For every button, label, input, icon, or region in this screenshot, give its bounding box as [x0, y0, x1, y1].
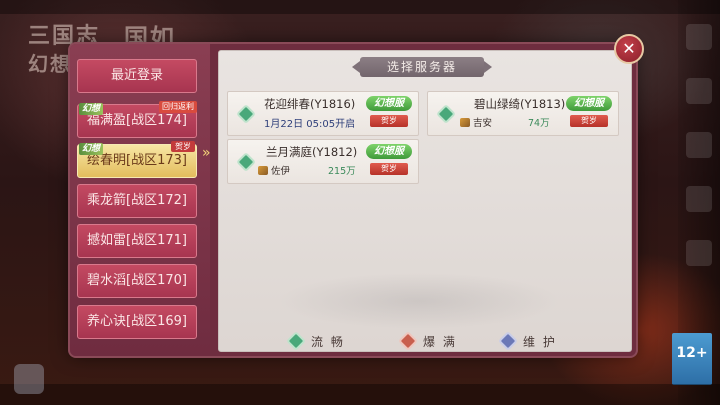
bottom-left-icon[interactable]	[14, 364, 44, 394]
player-name: 吉安	[473, 118, 493, 129]
legend-full: 爆 满	[400, 333, 457, 349]
sidebar-item-zone172[interactable]: 乘龙箭[战区172]	[77, 184, 197, 218]
age-rating-badge: 12+	[672, 333, 712, 385]
fantasy-tag: 幻想	[79, 103, 104, 115]
close-icon: ✕	[622, 39, 636, 58]
return-rebate-tag: 回归返利	[159, 101, 197, 113]
legend-maintenance: 维 护	[500, 333, 557, 349]
server-name: 花迎绯春(Y1816)	[264, 97, 356, 111]
sidebar-item-label: 福满盈[战区174]	[87, 113, 187, 128]
player-avatar-icon	[258, 166, 268, 175]
new-year-badge: 贺岁	[570, 115, 608, 127]
server-open-time: 1月22日 05:05开启	[264, 119, 356, 130]
selected-arrow-icon: »	[202, 145, 211, 161]
full-diamond-icon	[400, 333, 416, 349]
server-name: 兰月满庭(Y1812)	[266, 145, 358, 159]
menu-icon-4[interactable]	[686, 186, 712, 212]
server-card[interactable]: 花迎绯春(Y1816) 1月22日 05:05开启 幻想服 贺岁	[227, 91, 419, 136]
fantasy-server-badge: 幻想服	[366, 96, 412, 111]
menu-icon-1[interactable]	[686, 24, 712, 50]
tab-recent-login[interactable]: 最近登录	[77, 59, 197, 93]
status-smooth-icon	[438, 106, 454, 122]
server-group-list: 最近登录 福满盈[战区174] 幻想 回归返利 绘春明[战区173] 幻想 贺岁…	[70, 44, 210, 356]
sidebar-item-zone174[interactable]: 福满盈[战区174] 幻想 回归返利	[77, 101, 197, 138]
sidebar-item-zone171[interactable]: 撼如雷[战区171]	[77, 224, 197, 258]
maintenance-diamond-icon	[500, 333, 516, 349]
sidebar-item-label: 碧水滔[战区170]	[87, 273, 187, 288]
legend-label: 爆 满	[423, 335, 457, 349]
player-avatar-icon	[460, 118, 470, 127]
sidebar-item-label: 撼如雷[战区171]	[87, 233, 187, 248]
legend-label: 维 护	[523, 335, 557, 349]
top-notice-strip	[0, 0, 720, 14]
menu-icon-3[interactable]	[686, 132, 712, 158]
player-power: 215万	[328, 166, 356, 177]
status-smooth-icon	[238, 106, 254, 122]
sidebar-item-label: 绘春明[战区173]	[87, 153, 187, 168]
tab-recent-label: 最近登录	[110, 68, 163, 83]
new-year-badge: 贺岁	[370, 115, 408, 127]
smooth-diamond-icon	[288, 333, 304, 349]
sidebar-item-label: 养心诀[战区169]	[87, 314, 187, 329]
sidebar-item-zone169[interactable]: 养心诀[战区169]	[77, 305, 197, 339]
status-smooth-icon	[238, 154, 254, 170]
server-card[interactable]: 兰月满庭(Y1812) 佐伊 215万 幻想服 贺岁	[227, 139, 419, 184]
bottom-notice-strip	[0, 384, 720, 405]
server-card[interactable]: 碧山绿绮(Y1813) 吉安 74万 幻想服 贺岁	[427, 91, 619, 136]
fantasy-server-badge: 幻想服	[366, 144, 412, 159]
player-power: 74万	[528, 118, 550, 129]
player-info: 吉安	[460, 115, 492, 129]
legend-label: 流 畅	[311, 335, 345, 349]
sidebar-item-zone170[interactable]: 碧水滔[战区170]	[77, 264, 197, 298]
player-name: 佐伊	[271, 166, 291, 177]
server-select-dialog: 最近登录 福满盈[战区174] 幻想 回归返利 绘春明[战区173] 幻想 贺岁…	[70, 44, 636, 356]
dialog-title: 选择服务器	[352, 57, 492, 77]
sidebar-item-label: 乘龙箭[战区172]	[87, 193, 187, 208]
close-button[interactable]: ✕	[614, 34, 644, 64]
new-year-tag: 贺岁	[171, 141, 195, 152]
fantasy-tag: 幻想	[79, 143, 104, 155]
server-name: 碧山绿绮(Y1813)	[474, 97, 566, 111]
new-year-badge: 贺岁	[370, 163, 408, 175]
fantasy-server-badge: 幻想服	[566, 96, 612, 111]
sidebar-item-zone173[interactable]: 绘春明[战区173] 幻想 贺岁	[77, 141, 197, 178]
server-list-panel: 花迎绯春(Y1816) 1月22日 05:05开启 幻想服 贺岁 碧山绿绮(Y1…	[218, 50, 632, 352]
player-info: 佐伊	[258, 163, 290, 177]
legend-smooth: 流 畅	[288, 333, 345, 349]
menu-icon-5[interactable]	[686, 240, 712, 266]
menu-icon-2[interactable]	[686, 78, 712, 104]
